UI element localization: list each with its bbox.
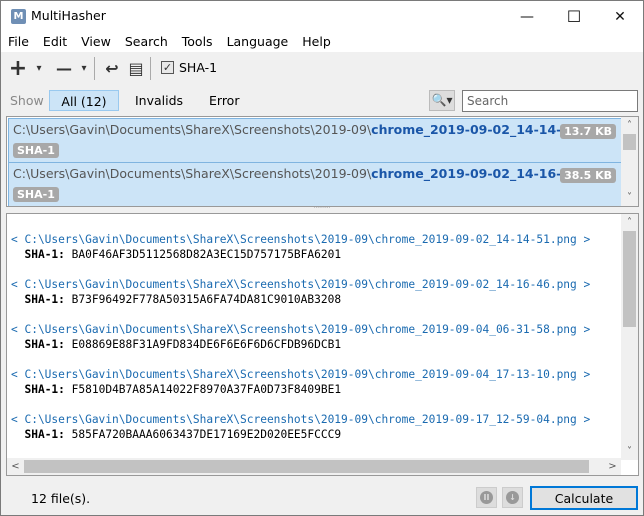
tab-all[interactable]: All (12) <box>49 90 119 111</box>
file-list-item[interactable]: C:\Users\Gavin\Documents\ShareX\Screensh… <box>8 118 622 163</box>
undo-icon[interactable]: ↩ <box>102 58 122 78</box>
add-files-button[interactable]: + <box>7 56 29 81</box>
menu-file[interactable]: File <box>1 32 36 52</box>
menu-bar: File Edit View Search Tools Language Hel… <box>1 32 643 52</box>
title-bar: M MultiHasher — ☐ ✕ <box>1 1 643 32</box>
calculate-button[interactable]: Calculate <box>530 486 638 510</box>
file-list: C:\Users\Gavin\Documents\ShareX\Screensh… <box>6 116 639 207</box>
menu-search[interactable]: Search <box>118 32 175 52</box>
menu-edit[interactable]: Edit <box>36 32 74 52</box>
minimize-button[interactable]: — <box>504 1 550 32</box>
columns-icon[interactable]: ▤ <box>126 58 146 78</box>
result-path: < C:\Users\Gavin\Documents\ShareX\Screen… <box>11 278 591 291</box>
toolbar-separator <box>150 57 151 80</box>
result-hash-line: SHA-1: BA0F46AF3D5112568D82A3EC15D757175… <box>24 248 342 261</box>
tab-error[interactable]: Error <box>201 90 247 111</box>
scroll-thumb[interactable] <box>24 460 589 473</box>
pause-button[interactable]: II <box>476 487 497 508</box>
maximize-button[interactable]: ☐ <box>551 1 597 32</box>
remove-dropdown-arrow[interactable]: ▾ <box>77 58 91 78</box>
result-path: < C:\Users\Gavin\Documents\ShareX\Screen… <box>11 413 591 426</box>
file-size-badge: 38.5 KB <box>560 168 616 183</box>
results-vertical-scrollbar[interactable]: ˄ ˅ <box>621 214 638 460</box>
scroll-thumb[interactable] <box>623 134 636 150</box>
search-options-button[interactable]: 🔍▾ <box>429 90 455 111</box>
results-text: < C:\Users\Gavin\Documents\ShareX\Screen… <box>11 217 604 475</box>
menu-help[interactable]: Help <box>295 32 338 52</box>
window-title: MultiHasher <box>31 8 106 23</box>
file-count-status: 12 file(s). <box>31 491 91 506</box>
scroll-up-arrow[interactable]: ˄ <box>621 214 638 231</box>
toolbar-separator <box>94 57 95 80</box>
result-path: < C:\Users\Gavin\Documents\ShareX\Screen… <box>11 368 591 381</box>
result-hash-line: SHA-1: E08869E88F31A9FD834DE6F6E6F6D6CFD… <box>24 338 342 351</box>
result-path: < C:\Users\Gavin\Documents\ShareX\Screen… <box>11 233 591 246</box>
algorithm-badge: SHA-1 <box>13 143 59 158</box>
results-panel: < C:\Users\Gavin\Documents\ShareX\Screen… <box>6 213 639 476</box>
file-dir: C:\Users\Gavin\Documents\ShareX\Screensh… <box>13 166 372 181</box>
scroll-left-arrow[interactable]: < <box>7 458 24 475</box>
close-button[interactable]: ✕ <box>597 1 643 32</box>
result-hash-line: SHA-1: 585FA720BAAA6063437DE17169E2D020E… <box>24 428 342 441</box>
search-input[interactable] <box>462 90 638 112</box>
stop-button[interactable]: ↓ <box>502 487 523 508</box>
menu-language[interactable]: Language <box>220 32 296 52</box>
result-path: < C:\Users\Gavin\Documents\ShareX\Screen… <box>11 323 591 336</box>
file-path: C:\Users\Gavin\Documents\ShareX\Screensh… <box>13 166 610 181</box>
show-label: Show <box>10 93 44 108</box>
scroll-down-arrow[interactable]: ˅ <box>621 189 638 206</box>
sha1-checkbox-label[interactable]: SHA-1 <box>179 60 217 75</box>
file-list-item[interactable]: C:\Users\Gavin\Documents\ShareX\Screensh… <box>8 162 622 206</box>
algorithm-badge: SHA-1 <box>13 187 59 202</box>
result-hash-line: SHA-1: F5810D4B7A85A14022F8970A37FA0D73F… <box>24 383 342 396</box>
app-icon: M <box>11 9 26 24</box>
pause-icon: II <box>480 491 493 504</box>
scroll-thumb[interactable] <box>623 231 636 327</box>
toolbar: + ▾ — ▾ ↩ ▤ <box>1 52 643 85</box>
file-dir: C:\Users\Gavin\Documents\ShareX\Screensh… <box>13 122 372 137</box>
file-list-scrollbar[interactable]: ˄ ˅ <box>621 117 638 206</box>
status-bar: 12 file(s). II ↓ Calculate <box>1 481 643 515</box>
scroll-up-arrow[interactable]: ˄ <box>621 117 638 134</box>
file-path: C:\Users\Gavin\Documents\ShareX\Screensh… <box>13 122 610 137</box>
multihasher-window: M MultiHasher — ☐ ✕ File Edit View Searc… <box>0 0 644 516</box>
results-horizontal-scrollbar[interactable]: < > <box>7 458 621 475</box>
remove-files-button[interactable]: — <box>53 58 75 78</box>
result-hash-line: SHA-1: B73F96492F778A50315A6FA74DA81C901… <box>24 293 342 306</box>
scroll-down-arrow[interactable]: ˅ <box>621 443 638 460</box>
menu-tools[interactable]: Tools <box>175 32 220 52</box>
scroll-right-arrow[interactable]: > <box>604 458 621 475</box>
sha1-checkbox[interactable]: ✓ <box>161 61 174 74</box>
file-size-badge: 13.7 KB <box>560 124 616 139</box>
tab-invalids[interactable]: Invalids <box>127 90 191 111</box>
stop-icon: ↓ <box>506 491 519 504</box>
menu-view[interactable]: View <box>74 32 118 52</box>
add-dropdown-arrow[interactable]: ▾ <box>32 58 46 78</box>
